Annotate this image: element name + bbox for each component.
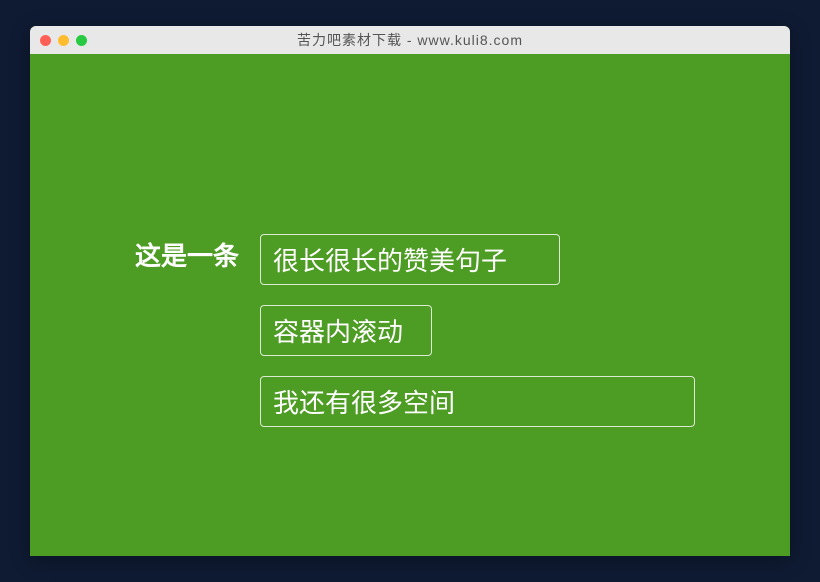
window-title: 苦力吧素材下载 - www.kuli8.com	[40, 30, 780, 50]
text-box-space: 我还有很多空间	[260, 376, 695, 427]
box-container: 很长很长的赞美句子 容器内滚动 我还有很多空间	[260, 234, 790, 427]
app-window: 苦力吧素材下载 - www.kuli8.com 这是一条 很长很长的赞美句子 容…	[30, 26, 790, 556]
maximize-icon[interactable]	[76, 35, 87, 46]
label-text: 这是一条	[135, 236, 239, 273]
title-bar: 苦力吧素材下载 - www.kuli8.com	[30, 26, 790, 54]
minimize-icon[interactable]	[58, 35, 69, 46]
content-area: 这是一条 很长很长的赞美句子 容器内滚动 我还有很多空间	[30, 54, 790, 556]
text-box-scroll: 容器内滚动	[260, 305, 432, 356]
close-icon[interactable]	[40, 35, 51, 46]
text-box-overflow: 很长很长的赞美句子	[260, 234, 560, 285]
traffic-lights	[40, 35, 87, 46]
